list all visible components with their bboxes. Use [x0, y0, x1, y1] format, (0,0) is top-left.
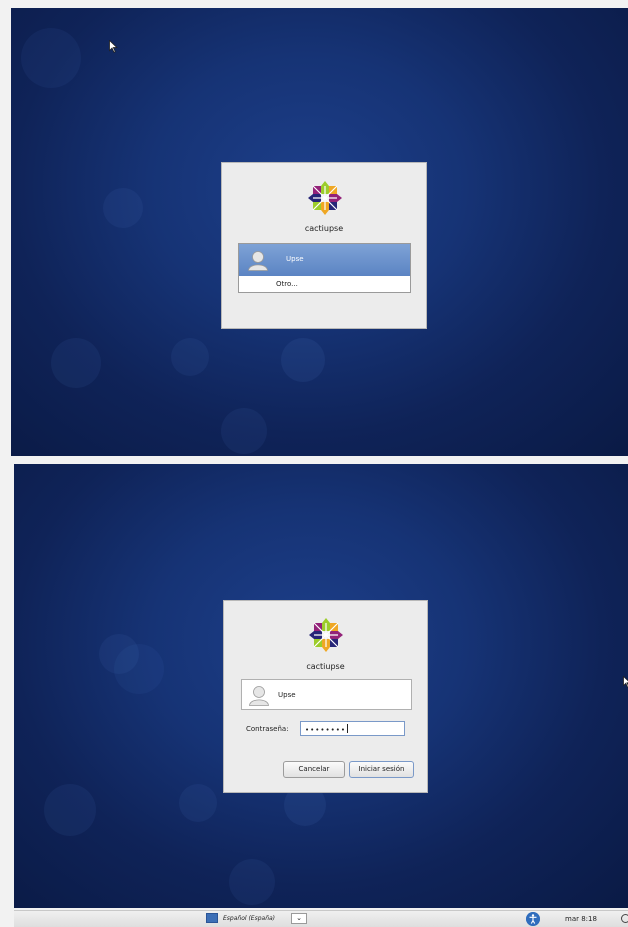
- accessibility-icon[interactable]: [526, 912, 540, 926]
- user-avatar-icon: [248, 251, 268, 271]
- user-list-item-upse[interactable]: Upse: [239, 244, 410, 276]
- user-list-item-label: Upse: [286, 255, 304, 263]
- chevron-down-icon: ⌄: [296, 914, 302, 922]
- mouse-pointer-icon: [623, 676, 628, 688]
- centos-logo: [308, 181, 342, 215]
- password-input[interactable]: ••••••••: [300, 721, 405, 736]
- hostname-label: cactiupse: [306, 662, 345, 671]
- hostname-label: cactiupse: [304, 224, 344, 233]
- power-icon[interactable]: [621, 914, 628, 923]
- clock-label[interactable]: mar 8:18: [565, 915, 597, 923]
- text-caret: [347, 724, 349, 733]
- centos-logo: [309, 618, 343, 652]
- password-label: Contraseña:: [246, 725, 289, 733]
- user-name-label: Upse: [278, 691, 296, 699]
- cancel-button[interactable]: Cancelar: [283, 761, 345, 778]
- selected-user: Upse: [241, 679, 412, 710]
- keyboard-flag-icon[interactable]: [206, 913, 218, 923]
- user-list-item-label: Otro...: [276, 280, 298, 288]
- user-avatar-icon: [249, 686, 269, 706]
- user-list-item-other[interactable]: Otro...: [239, 277, 410, 293]
- user-chooser-dialog: cactiupse Upse Otro...: [221, 162, 427, 329]
- password-value: ••••••••: [305, 726, 347, 734]
- mouse-pointer-icon: [109, 40, 118, 53]
- bottom-panel: Español (España) ⌄ mar 8:18: [14, 910, 628, 927]
- login-button[interactable]: Iniciar sesión: [349, 761, 414, 778]
- login-dialog: cactiupse Upse Contraseña: •••••••• Canc…: [223, 600, 428, 793]
- keyboard-layout-dropdown[interactable]: ⌄: [291, 913, 307, 924]
- user-list: Upse Otro...: [238, 243, 411, 293]
- keyboard-layout-label[interactable]: Español (España): [223, 915, 275, 922]
